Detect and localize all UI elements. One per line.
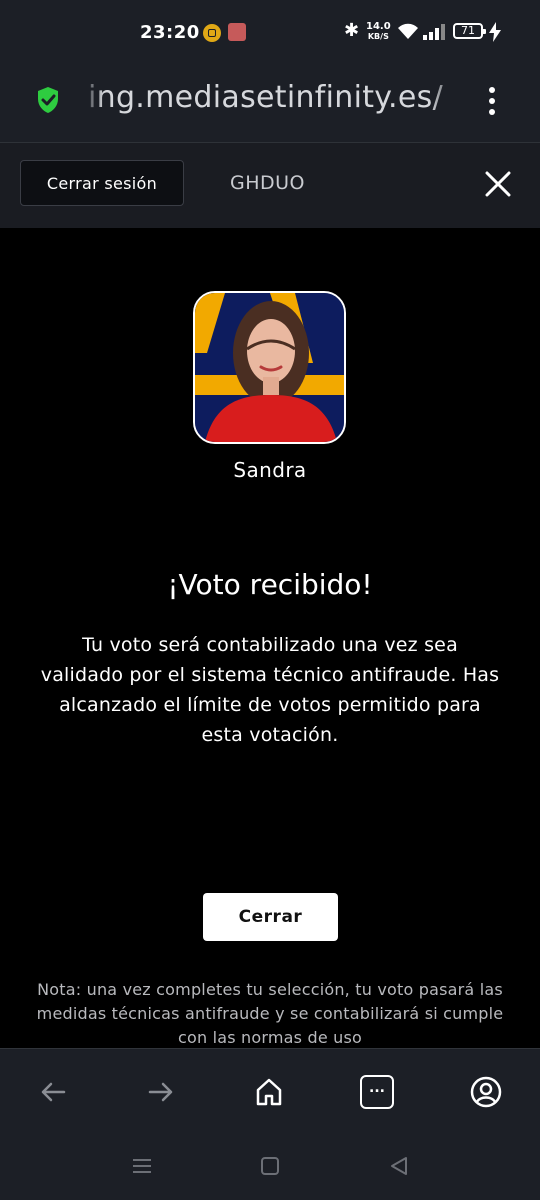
close-button[interactable]: Cerrar xyxy=(203,893,338,941)
tabs-icon[interactable]: ... xyxy=(360,1075,394,1109)
wifi-icon xyxy=(398,23,418,39)
url-fade-left xyxy=(82,66,104,142)
contestant-avatar xyxy=(193,291,346,444)
back-icon[interactable] xyxy=(36,1075,70,1109)
url-fade-right xyxy=(430,66,460,142)
page-header: Cerrar sesión GHDUO xyxy=(0,143,540,228)
logout-button[interactable]: Cerrar sesión xyxy=(20,160,184,206)
more-vert-icon[interactable] xyxy=(482,84,502,124)
forward-icon[interactable] xyxy=(144,1075,178,1109)
recent-apps-icon[interactable] xyxy=(132,1156,152,1176)
charging-icon xyxy=(489,22,501,42)
battery-icon: 71 xyxy=(453,23,486,39)
contestant-name: Sandra xyxy=(233,458,307,482)
status-bar: 23:20 ✱ 14.0 KB/S 71 xyxy=(0,0,540,66)
signal-icon xyxy=(423,24,445,40)
account-icon[interactable] xyxy=(469,1075,503,1109)
notification-photo-icon xyxy=(228,23,246,41)
home-nav-icon[interactable] xyxy=(261,1156,279,1176)
contestant-photo xyxy=(195,293,344,442)
network-speed: 14.0 KB/S xyxy=(366,21,391,42)
shield-check-icon[interactable] xyxy=(36,86,60,114)
bluetooth-icon: ✱ xyxy=(344,20,360,41)
program-code: GHDUO xyxy=(230,172,306,194)
clock: 23:20 xyxy=(140,22,200,43)
browser-toolbar: ... xyxy=(0,1048,540,1137)
system-navigation-bar xyxy=(0,1136,540,1200)
confirmation-title: ¡Voto recibido! xyxy=(167,568,373,601)
close-icon[interactable] xyxy=(484,170,512,198)
browser-address-bar[interactable]: ing.mediasetinfinity.es/ xyxy=(0,66,540,143)
home-icon[interactable] xyxy=(252,1075,286,1109)
note-text: Nota: una vez completes tu selección, tu… xyxy=(36,980,504,1047)
back-nav-icon[interactable] xyxy=(390,1156,408,1176)
url-text[interactable]: ing.mediasetinfinity.es/ xyxy=(88,80,443,115)
confirmation-message: Tu voto será contabilizado una vez sea v… xyxy=(40,634,500,746)
notification-app-icon xyxy=(203,24,221,42)
